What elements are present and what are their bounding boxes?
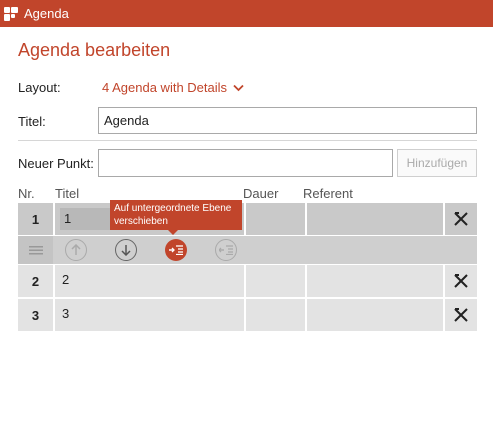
- arrow-up-icon: [71, 244, 81, 255]
- row-title-cell[interactable]: 3: [55, 299, 244, 331]
- layout-label: Layout:: [18, 80, 61, 95]
- row-referent-cell[interactable]: [307, 265, 443, 297]
- row-referent-cell[interactable]: [307, 299, 443, 331]
- column-header-referent: Referent: [303, 186, 353, 201]
- app-logo-icon: [4, 6, 18, 21]
- delete-row-button[interactable]: [445, 299, 477, 331]
- titel-input[interactable]: [98, 107, 477, 134]
- layout-value: 4 Agenda with Details: [102, 80, 228, 95]
- row-referent-cell[interactable]: [307, 203, 443, 235]
- column-header-dauer: Dauer: [243, 186, 279, 201]
- column-header-nr: Nr.: [18, 186, 35, 201]
- indent-button[interactable]: [165, 239, 187, 261]
- close-icon: [454, 308, 468, 322]
- chevron-down-icon: [233, 84, 244, 91]
- table-row[interactable]: 3 3: [18, 299, 477, 331]
- move-down-button[interactable]: [115, 239, 137, 261]
- delete-row-button[interactable]: [445, 265, 477, 297]
- row-number: 2: [18, 265, 53, 297]
- arrow-down-icon: [121, 245, 131, 256]
- move-up-button[interactable]: [65, 239, 87, 261]
- close-icon: [454, 212, 468, 226]
- tooltip-text: Auf untergeordnete Ebene verschieben: [114, 203, 232, 227]
- table-row[interactable]: 1 1: [18, 203, 477, 235]
- layout-dropdown[interactable]: 4 Agenda with Details: [102, 80, 244, 95]
- column-header-titel: Titel: [55, 186, 80, 201]
- neuer-punkt-label: Neuer Punkt:: [18, 156, 94, 171]
- hinzufuegen-button[interactable]: Hinzufügen: [397, 149, 477, 177]
- neuer-punkt-input[interactable]: [98, 149, 393, 177]
- titel-label: Titel:: [18, 114, 46, 129]
- close-icon: [454, 274, 468, 288]
- row-number: 3: [18, 299, 53, 331]
- delete-row-button[interactable]: [445, 203, 477, 235]
- drag-handle-icon[interactable]: [18, 236, 53, 264]
- indent-tooltip: Auf untergeordnete Ebene verschieben: [110, 200, 242, 235]
- indent-icon: [169, 245, 183, 255]
- row-dauer-cell[interactable]: [246, 265, 305, 297]
- outdent-icon: [219, 245, 233, 255]
- row-number: 1: [18, 203, 53, 235]
- row-dauer-cell[interactable]: [246, 299, 305, 331]
- title-bar: Agenda: [0, 0, 493, 27]
- outdent-button[interactable]: [215, 239, 237, 261]
- row-title-cell[interactable]: 2: [55, 265, 244, 297]
- table-row[interactable]: 2 2: [18, 265, 477, 297]
- divider: [18, 140, 477, 141]
- page-title: Agenda bearbeiten: [18, 40, 171, 60]
- row-dauer-cell[interactable]: [246, 203, 305, 235]
- row-toolbar: [18, 236, 477, 264]
- tooltip-arrow: [168, 230, 178, 235]
- window-title: Agenda: [24, 6, 69, 21]
